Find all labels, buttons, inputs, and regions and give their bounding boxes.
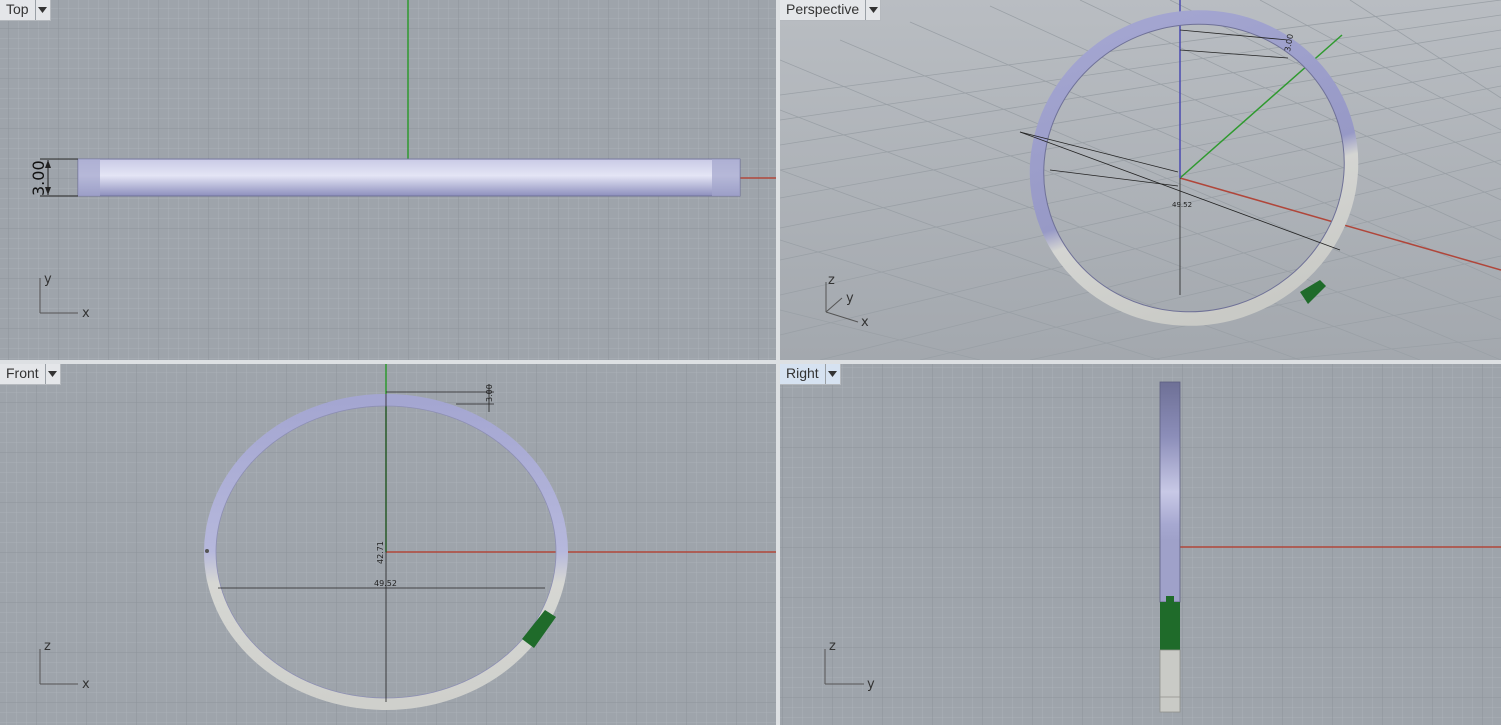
viewport-title: Top bbox=[6, 1, 29, 17]
viewport-splitter-horizontal[interactable] bbox=[0, 360, 1501, 364]
ring-top-projection bbox=[77, 158, 741, 197]
ring-side-profile bbox=[1159, 381, 1181, 603]
viewport-right[interactable]: z y Right bbox=[780, 364, 1501, 725]
chevron-down-icon[interactable] bbox=[34, 0, 50, 20]
viewport-title: Perspective bbox=[786, 1, 860, 17]
viewport-perspective[interactable]: 3.00 49.52 z y x Perspective bbox=[780, 0, 1501, 360]
chevron-down-icon[interactable] bbox=[824, 364, 840, 384]
viewport-title: Right bbox=[786, 365, 819, 381]
chevron-down-icon[interactable] bbox=[44, 364, 60, 384]
chevron-down-icon[interactable] bbox=[865, 0, 880, 20]
viewport-title: Front bbox=[6, 365, 39, 381]
viewport-front[interactable]: 3.00 42.71 49.52 z x Front bbox=[0, 364, 776, 725]
grid-front bbox=[0, 364, 776, 725]
viewport-label-right[interactable]: Right bbox=[780, 364, 841, 385]
viewport-label-perspective[interactable]: Perspective bbox=[780, 0, 882, 21]
grid-right bbox=[780, 364, 1501, 725]
viewport-label-front[interactable]: Front bbox=[0, 364, 61, 385]
viewport-top[interactable]: 3.00 y x Top bbox=[0, 0, 776, 360]
grid-top bbox=[0, 0, 776, 360]
grid-perspective bbox=[780, 0, 1501, 360]
viewport-label-top[interactable]: Top bbox=[0, 0, 51, 21]
